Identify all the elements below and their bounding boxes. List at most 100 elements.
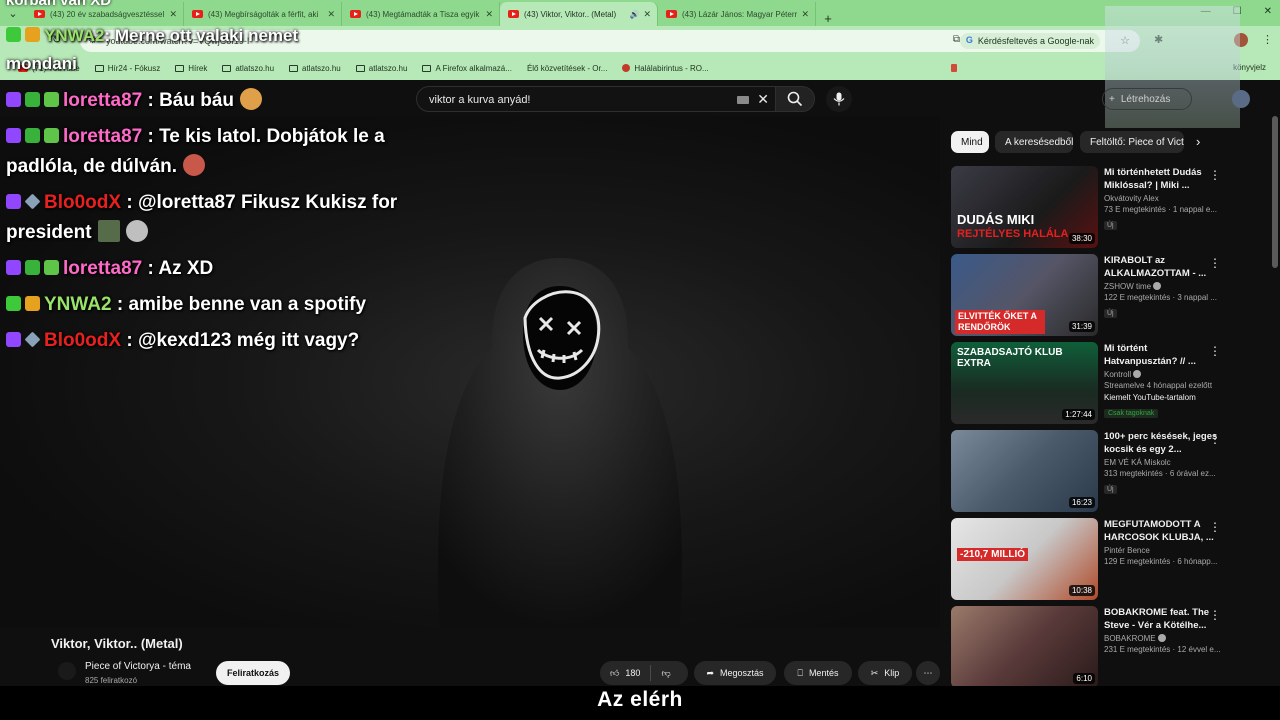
video-views: 129 E megtekintés · 6 hónapp... xyxy=(1104,557,1218,566)
crown-badge-icon xyxy=(25,296,40,311)
cat-emote-icon xyxy=(125,220,148,242)
close-icon[interactable]: ✕ xyxy=(327,9,335,20)
video-duration: 10:38 xyxy=(1068,585,1095,596)
close-window-icon[interactable]: ✕ xyxy=(1264,6,1272,17)
channel-name: EM VÉ KÁ Miskolc xyxy=(1104,458,1171,467)
subscribe-button[interactable]: Feliratkozás xyxy=(216,661,290,685)
bookmark-item[interactable]: atlatszo.hu xyxy=(355,64,407,73)
more-actions-button[interactable]: ⋯ xyxy=(916,661,940,685)
bookmark-item[interactable]: Élő közvetítések - Or... xyxy=(527,64,957,73)
video-thumbnail[interactable]: DUDÁS MIKI REJTÉLYES HALÁLA 38:30 xyxy=(951,166,1098,248)
verified-icon xyxy=(1157,634,1166,642)
recommendation-item[interactable]: ELVITTÉK ŐKET A RENDŐRÖK 31:39 KIRABOLT … xyxy=(951,254,1251,336)
more-vert-icon[interactable]: ⋮ xyxy=(1209,344,1221,358)
more-vert-icon[interactable]: ⋮ xyxy=(1209,432,1221,446)
video-duration: 31:39 xyxy=(1068,321,1095,332)
channel-name: BOBAKROME xyxy=(1104,634,1222,643)
subscriber-badge-icon xyxy=(44,92,59,107)
dislike-button[interactable]: 👎︎ xyxy=(651,668,680,679)
channel-avatar[interactable] xyxy=(58,662,76,680)
close-icon[interactable]: ✕ xyxy=(485,9,493,20)
more-icon: ⋯ xyxy=(923,667,933,678)
video-title: Mi történt Hatvanpusztán? // ... xyxy=(1104,343,1196,367)
channel-name[interactable]: Piece of Victorya - téma xyxy=(85,661,191,672)
video-thumbnail[interactable]: 16:23 xyxy=(951,430,1098,512)
more-vert-icon[interactable]: ⋮ xyxy=(1209,520,1221,534)
youtube-icon xyxy=(666,10,677,18)
recommendation-item[interactable]: 16:23 100+ perc késések, jeges kocsik és… xyxy=(951,430,1251,512)
new-badge: Új xyxy=(1104,309,1117,318)
twitch-icon xyxy=(6,194,21,209)
video-title: BOBAKROME feat. The Steve - Vér a Kötélh… xyxy=(1104,607,1210,631)
search-button[interactable] xyxy=(775,86,815,112)
recommendation-item[interactable]: SZABADSAJTÓ KLUB EXTRA 1:27:44 Mi történ… xyxy=(951,342,1251,424)
search-query: viktor a kurva anyád! xyxy=(429,94,531,106)
more-vert-icon[interactable]: ⋮ xyxy=(1209,168,1221,182)
close-icon[interactable]: ✕ xyxy=(801,9,809,20)
illuminati-emote-icon xyxy=(97,220,120,242)
voice-search-button[interactable] xyxy=(826,86,852,112)
red-dot-icon xyxy=(622,64,631,72)
keyboard-icon[interactable] xyxy=(737,96,749,104)
tab-3[interactable]: (43) Megtámadták a Tisza egyik ✕ xyxy=(342,2,500,26)
members-only-badge: Csak tagoknak xyxy=(1104,409,1159,418)
video-thumbnail[interactable]: SZABADSAJTÓ KLUB EXTRA 1:27:44 xyxy=(951,342,1098,424)
more-vert-icon[interactable]: ⋮ xyxy=(1209,608,1221,622)
chat-message: loretta87 : Báu báu xyxy=(6,86,426,116)
recommendation-item[interactable]: 6:10 BOBAKROME feat. The Steve - Vér a K… xyxy=(951,606,1251,686)
plus-icon: + xyxy=(1109,93,1115,105)
video-title: Viktor, Viktor.. (Metal) xyxy=(51,636,183,651)
more-vert-icon[interactable]: ⋮ xyxy=(1209,256,1221,270)
search-icon xyxy=(787,91,803,107)
like-dislike-group: 👍︎ 180 👎︎ xyxy=(600,661,688,685)
video-thumbnail[interactable]: 6:10 xyxy=(951,606,1098,686)
subscriber-badge-icon xyxy=(44,260,59,275)
chip-uploader[interactable]: Feltöltő: Piece of Victorya xyxy=(1080,131,1184,153)
subscriber-badge-icon xyxy=(44,128,59,143)
install-app-icon[interactable]: ⧉ xyxy=(953,34,960,45)
video-thumbnail[interactable]: -210,7 MILLIÓ 10:38 xyxy=(951,518,1098,600)
close-icon[interactable]: ✕ xyxy=(169,9,177,20)
chat-message: Blo0odX : @kexd123 még itt vagy? xyxy=(6,326,426,356)
video-duration: 16:23 xyxy=(1068,497,1095,508)
google-lens-pill[interactable]: Kérdésfeltevés a Google-nak xyxy=(959,33,1100,49)
share-button[interactable]: ➦ Megosztás xyxy=(694,661,776,685)
channel-name: ZSHOW time xyxy=(1104,282,1222,291)
chip-from-search[interactable]: A keresésedből xyxy=(995,131,1073,153)
chat-message: loretta87 : Az XD xyxy=(6,254,426,284)
clear-search-icon[interactable]: ✕ xyxy=(757,91,769,108)
bookmark-item[interactable]: A Firefox alkalmazá... xyxy=(422,64,512,73)
new-badge: Új xyxy=(1104,221,1117,230)
recommendation-item[interactable]: -210,7 MILLIÓ 10:38 MEGFUTAMODOTT A HARC… xyxy=(951,518,1251,600)
edit-badge-icon xyxy=(25,92,40,107)
account-avatar[interactable] xyxy=(1232,90,1250,108)
bookmark-item[interactable]: Halálabirintus - RO... xyxy=(622,64,709,73)
search-input[interactable]: viktor a kurva anyád! ✕ xyxy=(416,86,776,112)
twitch-icon xyxy=(6,332,21,347)
chevron-right-icon[interactable]: › xyxy=(1196,134,1200,149)
close-icon[interactable]: ✕ xyxy=(643,9,651,20)
video-thumbnail[interactable]: ELVITTÉK ŐKET A RENDŐRÖK 31:39 xyxy=(951,254,1098,336)
new-tab-button[interactable]: + xyxy=(816,11,840,26)
recommendation-item[interactable]: DUDÁS MIKI REJTÉLYES HALÁLA 38:30 Mi tör… xyxy=(951,166,1251,248)
featured-label: Kiemelt YouTube-tartalom xyxy=(1104,393,1196,402)
chat-message-partial: korban van XD xyxy=(6,0,112,9)
menu-icon[interactable]: ⋮ xyxy=(1262,33,1273,46)
thumbs-up-icon: 👍︎ xyxy=(610,667,620,678)
sidebar-scrollbar[interactable] xyxy=(1272,116,1278,268)
face-emote-icon xyxy=(183,154,206,176)
speaker-icon[interactable]: 🔊 xyxy=(629,10,639,19)
like-button[interactable]: 👍︎ 180 xyxy=(600,665,652,681)
youtube-icon xyxy=(192,10,203,18)
k-badge-icon xyxy=(6,27,21,42)
chip-all[interactable]: Mind xyxy=(951,131,989,153)
chat-message: Blo0odX : @loretta87 Fikusz Kukisz for p… xyxy=(6,192,398,243)
edit-badge-icon xyxy=(25,128,40,143)
create-button[interactable]: + Létrehozás xyxy=(1102,88,1192,110)
save-button[interactable]: ⎕ Mentés xyxy=(784,661,852,685)
tab-4-active[interactable]: (43) Viktor, Viktor.. (Metal) 🔊 ✕ xyxy=(500,2,658,26)
chat-overlay: loretta87 : Báu báu loretta87 : Te kis l… xyxy=(6,86,426,362)
clip-button[interactable]: ✂ Klip xyxy=(858,661,912,685)
tab-5[interactable]: (43) Lázár János: Magyar Péterre ✕ xyxy=(658,2,816,26)
video-views: 313 megtekintés · 6 órával ez... xyxy=(1104,469,1216,478)
